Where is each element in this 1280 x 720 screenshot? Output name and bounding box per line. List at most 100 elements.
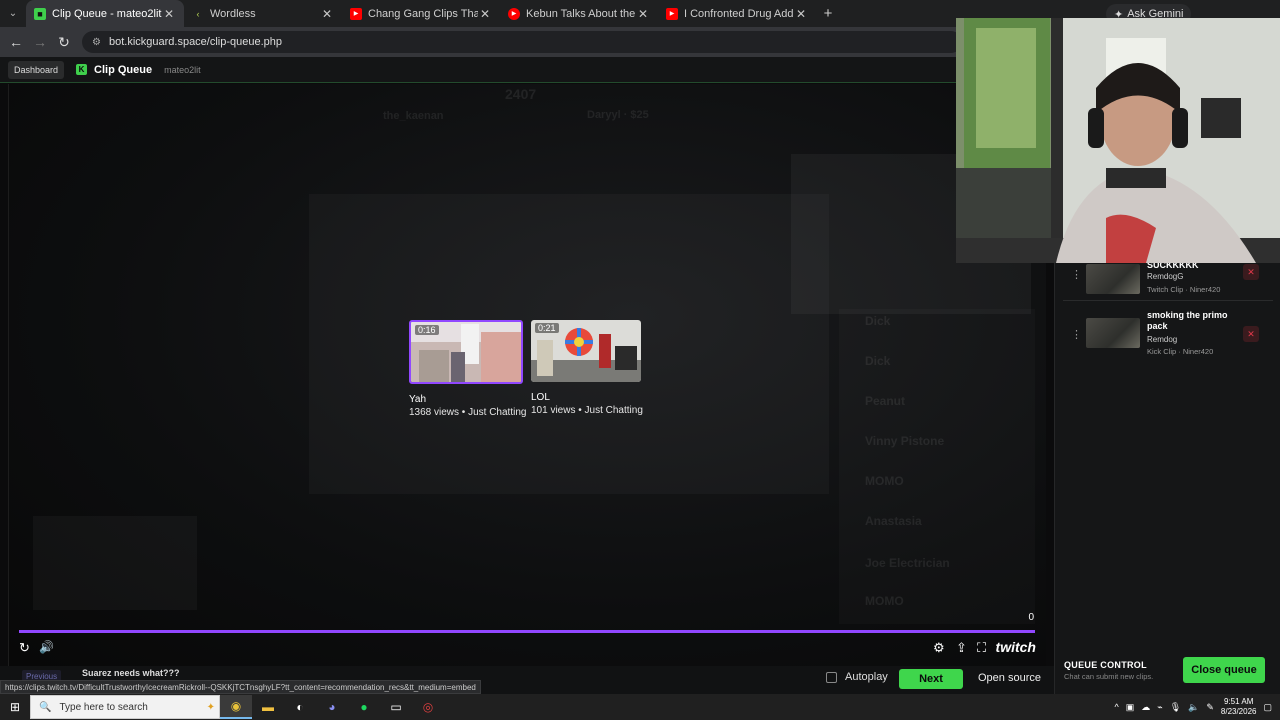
- queue-list-item[interactable]: ⋮ smoking the primo pack Remdog Kick Cli…: [1055, 310, 1280, 364]
- tray-chevron-icon[interactable]: ^: [1115, 702, 1119, 712]
- clip-player[interactable]: 2407 the_kaenan Daryyl · $25 Dick Dick P…: [8, 84, 1046, 666]
- windows-taskbar: ⊞ 🔍 Type here to search ✦ ◉ ▬ ◐ ◕ ● ▭ ◎ …: [0, 694, 1280, 720]
- close-tab-icon[interactable]: ✕: [794, 7, 808, 21]
- back-arrow-icon[interactable]: ←: [4, 34, 28, 50]
- recommended-clip-meta: 1368 views • Just Chatting: [409, 407, 527, 418]
- clip-duration: 0:16: [415, 325, 439, 335]
- window-taskbar-icon[interactable]: ▭: [380, 695, 412, 719]
- dashboard-label: Dashboard: [14, 64, 59, 75]
- background-name: Dick: [865, 314, 891, 328]
- background-overlay-box: [33, 516, 197, 610]
- tab-search-button[interactable]: ⌄: [0, 0, 26, 27]
- status-bar-url: https://clips.twitch.tv/DifficultTrustwo…: [0, 680, 481, 694]
- browser-tab-wordless[interactable]: ‹ Wordless ✕: [184, 0, 342, 27]
- new-tab-button[interactable]: +: [816, 5, 840, 22]
- drag-handle-icon[interactable]: ⋮: [1071, 268, 1082, 281]
- notification-icon[interactable]: ▢: [1263, 702, 1272, 713]
- taskbar-search-box[interactable]: 🔍 Type here to search ✦: [30, 695, 220, 719]
- recommended-clip-card[interactable]: 0:16 Yah 1368 views • Just Chatting: [409, 320, 527, 418]
- recommended-clip-meta: 101 views • Just Chatting: [531, 405, 643, 416]
- queue-divider: [1063, 300, 1273, 301]
- close-tab-icon[interactable]: ✕: [320, 7, 334, 21]
- queue-clip-title: smoking the primo pack: [1147, 310, 1228, 331]
- tray-network-icon[interactable]: ⌁: [1157, 702, 1162, 713]
- tray-mic-icon[interactable]: 🎙: [1170, 702, 1181, 713]
- close-tab-icon[interactable]: ✕: [162, 7, 176, 21]
- queue-clip-thumbnail: [1086, 318, 1140, 348]
- background-name: Dick: [865, 354, 891, 368]
- drag-handle-icon[interactable]: ⋮: [1071, 328, 1082, 341]
- system-tray: ^ ▣ ☁ ⌁ 🎙 🔈 ✎ 9:51 AM 8/23/2026 ▢: [1115, 694, 1272, 720]
- tray-volume-icon[interactable]: 🔈: [1188, 702, 1199, 713]
- clock-time: 9:51 AM: [1224, 697, 1254, 706]
- file-explorer-taskbar-icon[interactable]: ▬: [252, 695, 284, 719]
- spotify-taskbar-icon[interactable]: ●: [348, 695, 380, 719]
- open-source-link[interactable]: Open source: [978, 672, 1041, 684]
- volume-icon[interactable]: 🔊: [39, 640, 54, 654]
- queue-control-subtitle: Chat can submit new clips.: [1064, 672, 1154, 681]
- autoplay-checkbox[interactable]: [826, 671, 837, 683]
- browser-tab-clip-queue[interactable]: ■ Clip Queue - mateo2lit ✕: [26, 0, 184, 27]
- background-top-user-right: Daryyl · $25: [587, 109, 649, 121]
- recommended-clip-card[interactable]: 0:21 LOL 101 views • Just Chatting: [531, 320, 649, 416]
- tab-label: I Confronted Drug Addicts in Se: [684, 7, 794, 20]
- webcam-overlay: [956, 18, 1280, 263]
- queue-clip-thumbnail: [1086, 264, 1140, 294]
- recommended-clip-thumbnail[interactable]: 0:21: [531, 320, 641, 382]
- autoplay-toggle[interactable]: Autoplay: [826, 671, 888, 683]
- browser-tab-youtube-1[interactable]: ▶ Chang Gang Clips That Takes M ✕: [342, 0, 500, 27]
- reload-icon[interactable]: ↻: [52, 34, 76, 51]
- magnifier-icon: 🔍: [39, 701, 52, 713]
- remove-clip-icon[interactable]: ✕: [1243, 326, 1259, 342]
- queue-clip-source: Kick Clip · Niner420: [1147, 347, 1214, 356]
- background-name: Anastasia: [865, 514, 922, 528]
- obs-taskbar-icon[interactable]: ◎: [412, 695, 444, 719]
- discord-taskbar-icon[interactable]: ◕: [316, 695, 348, 719]
- video-progress-bar[interactable]: [19, 630, 1035, 633]
- browser-tab-youtube-2[interactable]: ▶ Kebun Talks About the Future o ✕: [500, 0, 658, 27]
- youtube-favicon-icon: ▶: [350, 7, 362, 20]
- queue-clip-source: Twitch Clip · Niner420: [1147, 285, 1221, 294]
- tray-app-icon[interactable]: ▣: [1126, 702, 1135, 713]
- queue-list-item[interactable]: ⋮ SUCKKKKK RemdogG Twitch Clip · Niner42…: [1055, 260, 1280, 312]
- recommended-clip-title[interactable]: LOL: [531, 392, 649, 403]
- close-queue-button[interactable]: Close queue: [1183, 657, 1265, 683]
- fullscreen-icon[interactable]: ⛶: [977, 640, 986, 656]
- clip-duration: 0:21: [535, 323, 559, 333]
- tray-pen-icon[interactable]: ✎: [1206, 702, 1214, 713]
- windows-start-icon[interactable]: ⊞: [0, 700, 30, 714]
- background-count-text: 2407: [505, 86, 537, 102]
- settings-gear-icon[interactable]: ⚙: [933, 640, 945, 656]
- close-tab-icon[interactable]: ✕: [478, 7, 492, 21]
- player-counter: 0: [1028, 612, 1034, 623]
- current-clip-title: Suarez needs what???: [82, 668, 180, 678]
- next-button[interactable]: Next: [899, 669, 963, 689]
- site-info-icon[interactable]: ⚙: [92, 37, 101, 48]
- kickguard-favicon-icon: ■: [34, 7, 46, 20]
- chrome-taskbar-icon[interactable]: ◉: [220, 695, 252, 719]
- recommended-clip-title[interactable]: Yah: [409, 394, 527, 405]
- background-top-user-left: the_kaenan: [383, 110, 444, 122]
- remove-clip-icon[interactable]: ✕: [1243, 264, 1259, 280]
- background-name: Peanut: [865, 394, 906, 408]
- queue-control-title: QUEUE CONTROL: [1064, 660, 1147, 670]
- queue-clip-submitter: RemdogG: [1147, 272, 1184, 281]
- wordless-favicon-icon: ‹: [196, 8, 200, 19]
- twitch-logo[interactable]: twitch: [996, 639, 1036, 655]
- tab-label: Kebun Talks About the Future o: [526, 7, 636, 20]
- taskbar-clock[interactable]: 9:51 AM 8/23/2026: [1221, 697, 1257, 717]
- address-bar[interactable]: ⚙ bot.kickguard.space/clip-queue.php: [82, 31, 962, 53]
- dashboard-button[interactable]: Dashboard: [8, 60, 65, 79]
- youtube-favicon-icon: ▶: [508, 7, 520, 20]
- tray-cloud-icon[interactable]: ☁: [1141, 702, 1150, 713]
- webcam-image: [956, 18, 1280, 263]
- share-icon[interactable]: ⇪: [956, 640, 967, 656]
- forward-arrow-icon[interactable]: →: [28, 34, 52, 50]
- app-taskbar-icon[interactable]: ◐: [284, 695, 316, 719]
- background-name: Vinny Pistone: [865, 434, 945, 448]
- recommended-clip-thumbnail[interactable]: 0:16: [409, 320, 523, 384]
- replay-icon[interactable]: ↻: [19, 640, 30, 656]
- browser-tab-youtube-3[interactable]: ▶ I Confronted Drug Addicts in Se ✕: [658, 0, 816, 27]
- close-tab-icon[interactable]: ✕: [636, 7, 650, 21]
- video-progress-fill: [19, 630, 1035, 633]
